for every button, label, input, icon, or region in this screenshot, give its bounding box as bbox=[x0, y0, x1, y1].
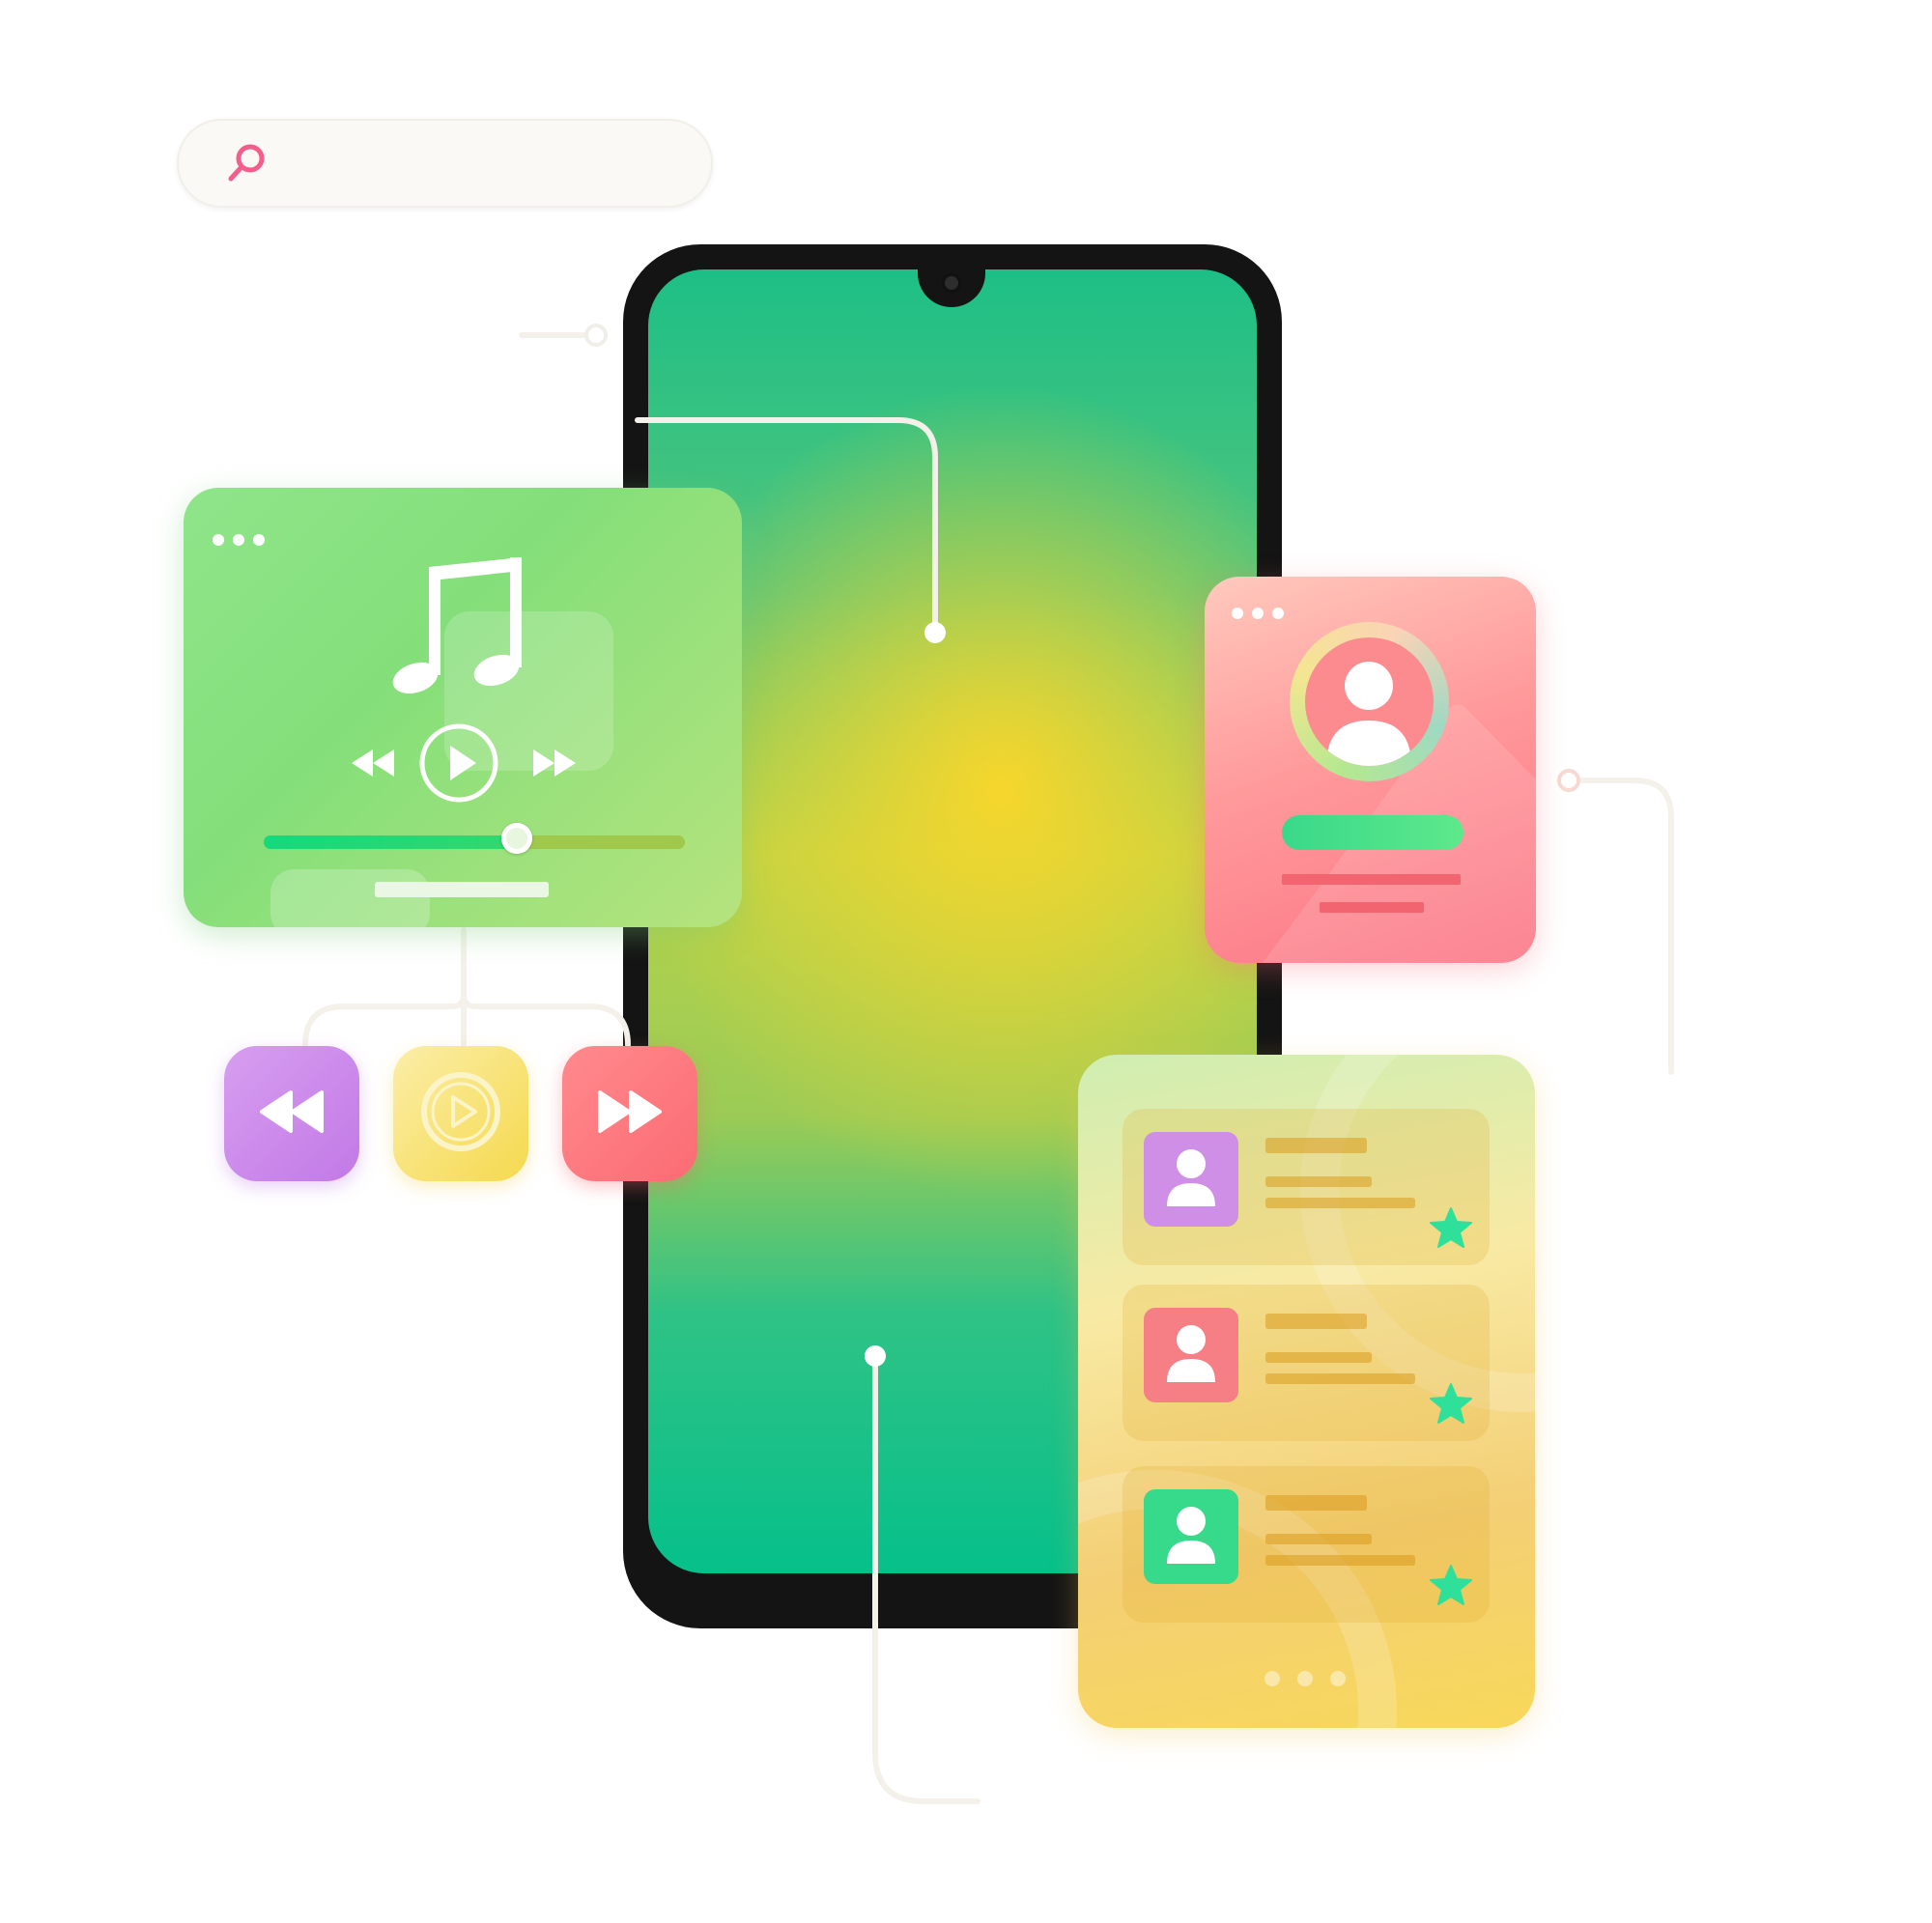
dot bbox=[1232, 608, 1243, 619]
contact-name-line bbox=[1265, 1314, 1367, 1329]
contact-name-line bbox=[1265, 1138, 1367, 1153]
music-note-icon bbox=[386, 548, 531, 702]
profile-detail-line bbox=[1282, 874, 1461, 885]
contact-detail-line bbox=[1265, 1373, 1415, 1384]
profile-name-pill[interactable] bbox=[1282, 815, 1463, 850]
contact-detail-line bbox=[1265, 1534, 1372, 1544]
user-icon bbox=[1144, 1308, 1238, 1402]
star-icon[interactable] bbox=[1428, 1381, 1474, 1428]
more-dots-icon[interactable] bbox=[1232, 608, 1284, 619]
contact-avatar bbox=[1144, 1132, 1238, 1227]
contact-row[interactable] bbox=[1122, 1109, 1490, 1265]
fast-forward-icon[interactable] bbox=[531, 747, 578, 784]
profile-detail-line bbox=[1320, 902, 1424, 913]
star-icon[interactable] bbox=[1428, 1205, 1474, 1252]
profile-card[interactable] bbox=[1205, 577, 1536, 963]
user-icon bbox=[1305, 637, 1434, 766]
search-bar[interactable] bbox=[177, 119, 713, 208]
avatar[interactable] bbox=[1290, 622, 1449, 781]
front-camera bbox=[941, 272, 962, 294]
progress-fill bbox=[264, 835, 517, 849]
page-dot[interactable] bbox=[1330, 1671, 1346, 1686]
dot bbox=[233, 534, 244, 546]
contact-avatar bbox=[1144, 1308, 1238, 1402]
avatar-inner bbox=[1305, 637, 1434, 766]
contact-name-line bbox=[1265, 1495, 1367, 1511]
user-icon bbox=[1144, 1489, 1238, 1584]
music-player-card[interactable] bbox=[184, 488, 742, 927]
progress-slider[interactable] bbox=[264, 823, 685, 854]
contact-detail-line bbox=[1265, 1176, 1372, 1187]
contact-row[interactable] bbox=[1122, 1285, 1490, 1441]
progress-thumb[interactable] bbox=[500, 823, 532, 854]
search-input[interactable] bbox=[293, 140, 683, 188]
contacts-list-card[interactable] bbox=[1078, 1055, 1535, 1728]
star-icon[interactable] bbox=[1428, 1563, 1474, 1609]
play-icon[interactable] bbox=[418, 722, 499, 808]
dot bbox=[1252, 608, 1264, 619]
dot bbox=[213, 534, 224, 546]
dot bbox=[253, 534, 265, 546]
fast-forward-icon bbox=[596, 1088, 664, 1141]
page-dot[interactable] bbox=[1297, 1671, 1313, 1686]
play-icon bbox=[417, 1068, 504, 1160]
contact-detail-line bbox=[1265, 1198, 1415, 1208]
contact-detail-line bbox=[1265, 1555, 1415, 1566]
page-indicator[interactable] bbox=[1264, 1671, 1346, 1686]
fast-forward-button[interactable] bbox=[562, 1046, 697, 1181]
user-icon bbox=[1144, 1132, 1238, 1227]
search-icon bbox=[223, 140, 270, 186]
contact-row[interactable] bbox=[1122, 1466, 1490, 1623]
rewind-icon[interactable] bbox=[350, 747, 396, 784]
rewind-icon bbox=[258, 1088, 326, 1141]
more-dots-icon[interactable] bbox=[213, 534, 265, 546]
contact-detail-line bbox=[1265, 1352, 1372, 1363]
music-bottom-tile bbox=[270, 869, 430, 927]
track-caption-placeholder bbox=[375, 882, 549, 897]
play-button[interactable] bbox=[393, 1046, 528, 1181]
contact-avatar bbox=[1144, 1489, 1238, 1584]
page-dot[interactable] bbox=[1264, 1671, 1280, 1686]
dot bbox=[1272, 608, 1284, 619]
rewind-button[interactable] bbox=[224, 1046, 359, 1181]
